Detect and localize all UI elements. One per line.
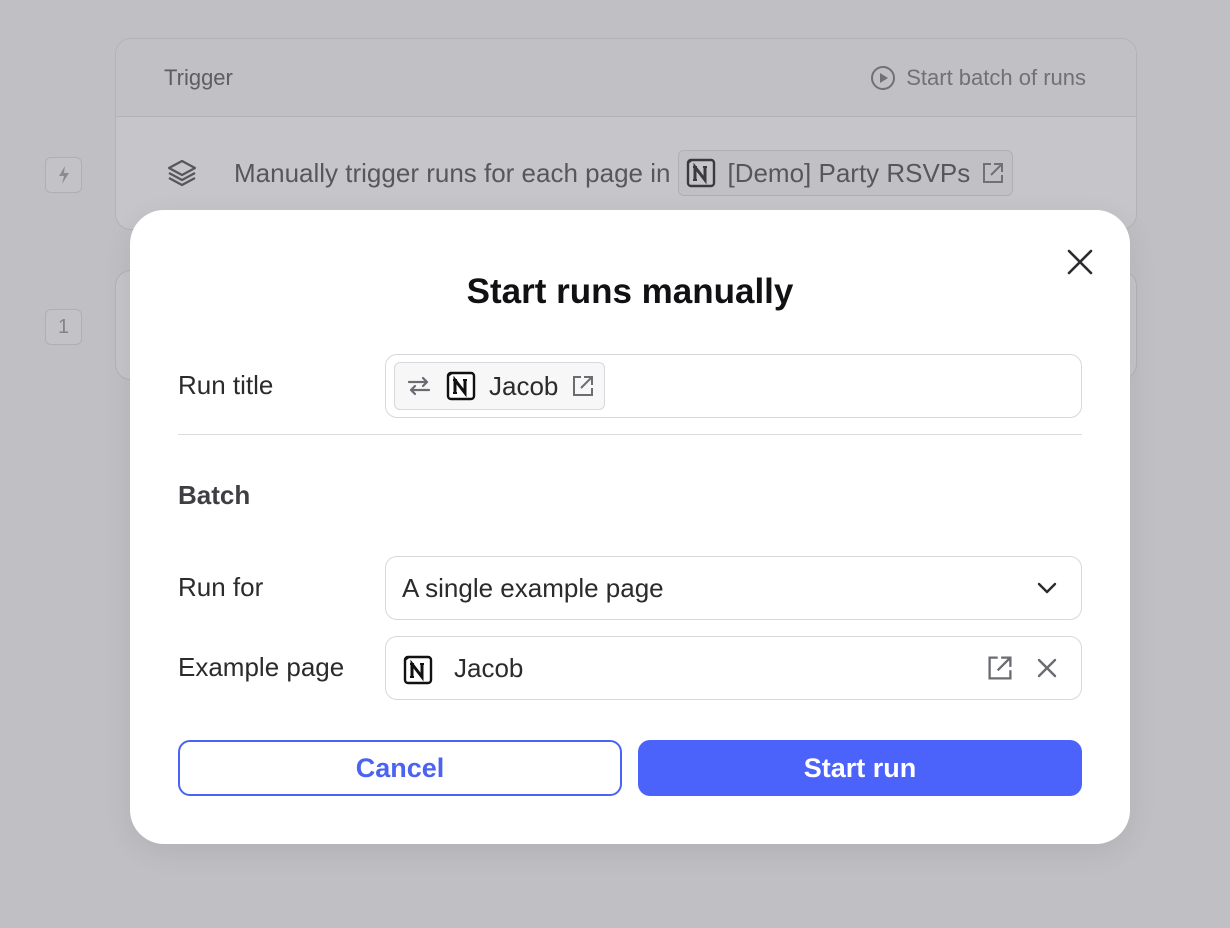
example-page-field[interactable]: Jacob bbox=[385, 636, 1082, 700]
external-link-icon[interactable] bbox=[570, 373, 596, 399]
start-run-button[interactable]: Start run bbox=[638, 740, 1082, 796]
close-icon bbox=[1067, 249, 1093, 275]
cancel-button[interactable]: Cancel bbox=[178, 740, 622, 796]
example-page-label: Example page bbox=[178, 652, 345, 682]
run-title-token-label: Jacob bbox=[489, 370, 559, 401]
close-button[interactable] bbox=[1064, 246, 1096, 278]
example-page-value: Jacob bbox=[454, 652, 524, 683]
batch-section-title: Batch bbox=[178, 480, 251, 510]
run-for-label: Run for bbox=[178, 572, 264, 602]
run-title-label: Run title bbox=[178, 370, 274, 400]
notion-icon bbox=[445, 370, 477, 402]
run-title-field[interactable]: Jacob bbox=[385, 354, 1082, 418]
start-runs-modal: Start runs manually Run title Jacob Batc… bbox=[130, 210, 1130, 844]
repeat-icon bbox=[407, 376, 431, 396]
clear-icon[interactable] bbox=[1035, 656, 1059, 680]
section-divider bbox=[178, 434, 1082, 435]
chevron-down-icon bbox=[1037, 582, 1057, 594]
run-for-selected-value: A single example page bbox=[402, 572, 664, 603]
run-title-token[interactable]: Jacob bbox=[394, 362, 606, 410]
notion-icon bbox=[402, 652, 434, 685]
run-for-select[interactable]: A single example page bbox=[385, 556, 1082, 620]
modal-title: Start runs manually bbox=[466, 272, 794, 311]
external-link-icon[interactable] bbox=[985, 653, 1015, 683]
